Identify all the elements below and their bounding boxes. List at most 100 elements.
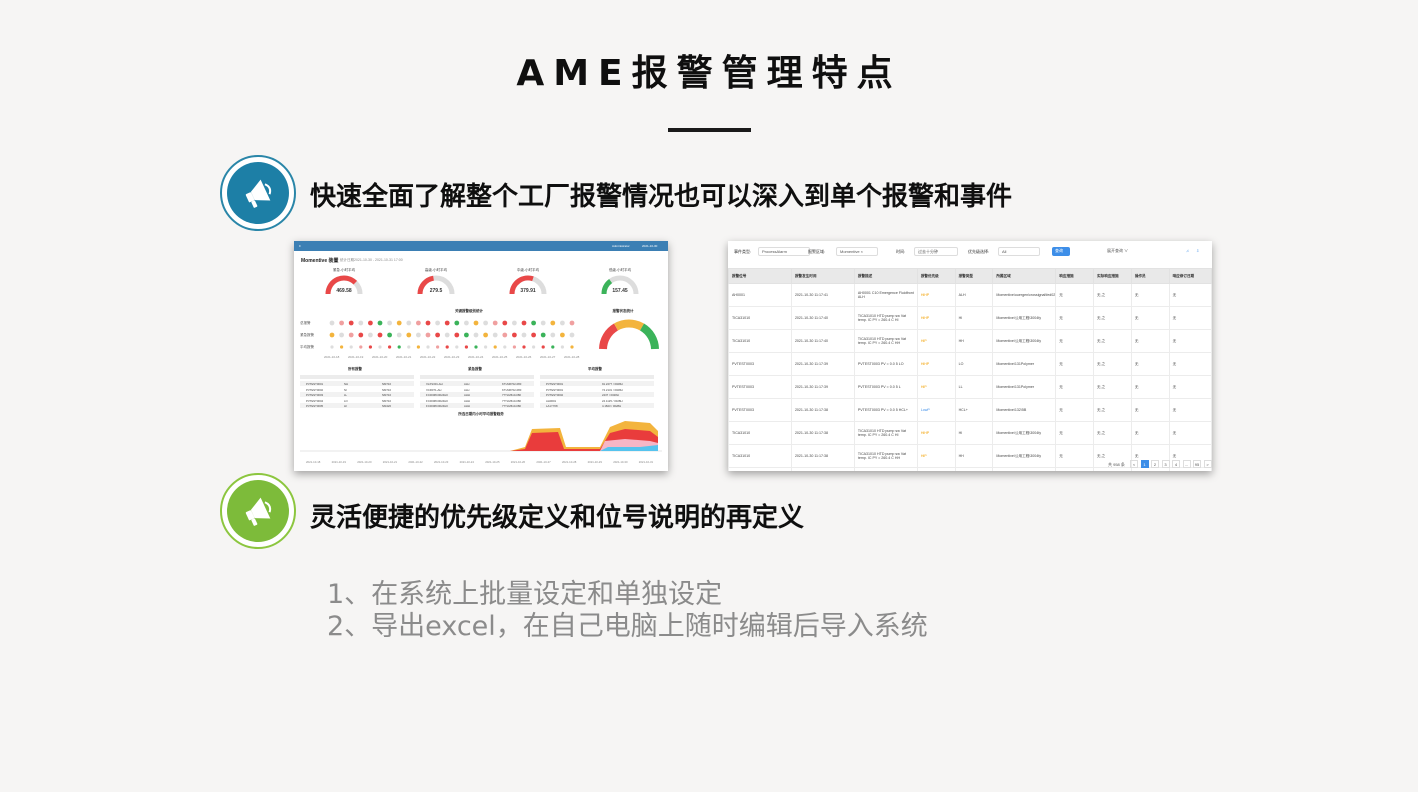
mini-table-cell: NM710 [382,382,392,386]
table-cell: HiHP [916,283,956,307]
filter-select[interactable]: 过去十分钟 [914,247,958,256]
total-count: 共 958 条 [1108,462,1125,467]
dot-mark [464,320,469,326]
menu-icon: ≡ [299,244,301,248]
table-cell: 无,之 [1093,329,1132,353]
table-row[interactable]: AH0001 2021-10-30 11:17:41 AH0001 C10 Emer… [728,283,1212,307]
mini-table-cell: 24.1125 / 0028H [602,398,623,403]
mini-table-cell: NM710 [382,387,392,392]
dot-mark [512,345,516,349]
table-row[interactable]: TICA31010 2021-10-30 11:17:38 TICA31010 HT… [728,444,1212,468]
dot-mark [444,332,450,338]
page-button[interactable]: 3 [1161,460,1170,468]
mini-table-cell: KTLM6702-080 [502,382,522,386]
section2-heading: 灵活便捷的优先级定义和位号说明的再定义 [310,503,805,533]
mini-table-row: PVTEST0001 NH NM710 [300,381,414,386]
mini-table-cell: PVTEST0003 [306,393,324,398]
table-cell: 2021-10-30 11:17:38 [790,444,855,468]
search-button[interactable]: 查询 [1052,247,1070,256]
mini-table-row: PVTEST0003 LL NM710 [300,392,414,398]
dot-mark [560,332,565,338]
mini-table-cell: KTLM6702-080 [502,387,522,392]
table-row[interactable]: TICA31010 2021-10-30 11:17:40 TICA31010 HT… [728,329,1212,353]
section1-badge [220,155,296,231]
donut-title: 报警状态统计 [612,309,634,313]
page-button[interactable]: 95 [1193,460,1201,468]
list-item-2: 2、导出excel，在自己电脑上随时编辑后导入系统 [327,611,928,642]
page-button[interactable]: > [1203,460,1212,468]
section2-badge [220,473,296,549]
table-cell: HiP [916,467,956,471]
dot-mark [339,332,344,338]
dot-mark [464,345,468,349]
dot-date-label: 2021-10-24 [468,355,484,359]
dot-date-label: 2021-10-22 [420,355,436,359]
page-button[interactable]: < [1130,460,1138,468]
expand-query[interactable]: 展开查询 ∨ [1104,247,1142,256]
dot-mark [396,332,402,338]
table-row[interactable]: PVTEST0003 2021-10-30 11:17:39 PVTEST0003 … [728,352,1212,376]
dot-mark [435,320,440,326]
mini-table-row: PVTEST0001 91.2277 / 0028H [540,381,654,386]
gauge-label: 紧急-小时平均 [332,268,356,272]
table-row[interactable]: PVTEST0003 2021-10-30 11:17:39 PVTEST0003 … [728,375,1212,399]
filter-select[interactable]: ProcessAlarm [758,247,810,256]
download-icon[interactable]: ⇩ [1196,248,1199,253]
mini-table-header [300,375,414,379]
filter-label: 事件类型: [734,249,752,254]
bell-icon[interactable]: ♫ [1186,248,1189,253]
table-cell: 无 [1130,329,1170,353]
table-row[interactable]: TICA31010 2021-10-30 11:17:40 TICA31010 HT… [728,306,1212,330]
dot-mark [493,345,497,349]
gauge-label: 中级-小时平均 [516,268,540,272]
page-button[interactable]: 1 [1140,460,1149,468]
table-cell: 无 [1130,421,1170,445]
table-cell: 2021-10-30 11:17:38 [790,421,855,445]
dot-mark [416,345,420,349]
megaphone-icon [245,179,272,208]
megaphone-icon [245,497,272,526]
area-date-label: 2021-10-31 [638,460,654,464]
mini-table-cell: NM420 [382,404,392,409]
table-cell: Momentive\131Polymer [992,352,1057,376]
page-button[interactable]: 4 [1172,460,1180,468]
dot-mark [531,332,536,338]
dot-mark [531,320,536,326]
mini-table-cell: LA1Y708 [546,404,558,409]
table-cell: PVTEST0003 PV = 0.0 5 L [853,375,918,399]
dot-date-label: 2021-10-23 [444,355,460,359]
mini-table-row: FC0008C0024H0 AHH 77TLM610-080 [420,397,534,403]
page-button[interactable]: ... [1182,460,1191,468]
dot-mark [368,332,373,338]
mini-table-cell: PVTEST0004 [306,398,324,403]
dot-mark [377,332,383,338]
mini-table-cell: PVTEST0002 [306,387,324,392]
table-row[interactable]: PVTEST00032021-10-30 11:17:38PVTEST0003 … [728,467,1212,471]
gauge-label: 高级-小时平均 [424,268,448,272]
filter-select[interactable]: All [998,247,1040,256]
table-row[interactable]: PVTEST00032021-10-30 11:17:38PVTEST0003 … [728,398,1212,422]
dot-mark [444,320,450,326]
table-cell: HCL+ [954,398,994,422]
dot-mark [540,332,546,338]
page-button[interactable]: 2 [1151,460,1159,468]
filter-select[interactable]: Momentive × [836,247,878,256]
table-row[interactable]: TICA31010 2021-10-30 11:17:38 TICA31010 HT… [728,421,1212,445]
table-cell: 无 [1130,352,1170,376]
mini-table-cell: 77TLM610-080 [502,398,521,403]
table-cell: AH0001 [728,283,792,307]
table-cell: Momentive\公用工程\3004fy [992,444,1057,468]
status-donut [599,319,659,350]
dot-mark [473,332,479,338]
mini-table-cell: AH0001 [546,398,557,403]
dot-mark [492,332,498,338]
gauge [417,275,455,295]
table-cell: Momentive\ouergen\crossignal\fed02 [992,283,1057,307]
area-date-label: 2021-10-24 [459,460,474,464]
table-cell: TICA31010 HTD pump sw Vat temp. IC PY = … [853,306,918,330]
dot-mark [473,320,479,326]
mini-table-cell: 77TLM610-080 [502,393,521,398]
mini-table-cell: 2437 / 0028H [602,393,619,398]
dot-row-label: 平均报警 [300,344,314,349]
dot-mark [359,345,363,349]
